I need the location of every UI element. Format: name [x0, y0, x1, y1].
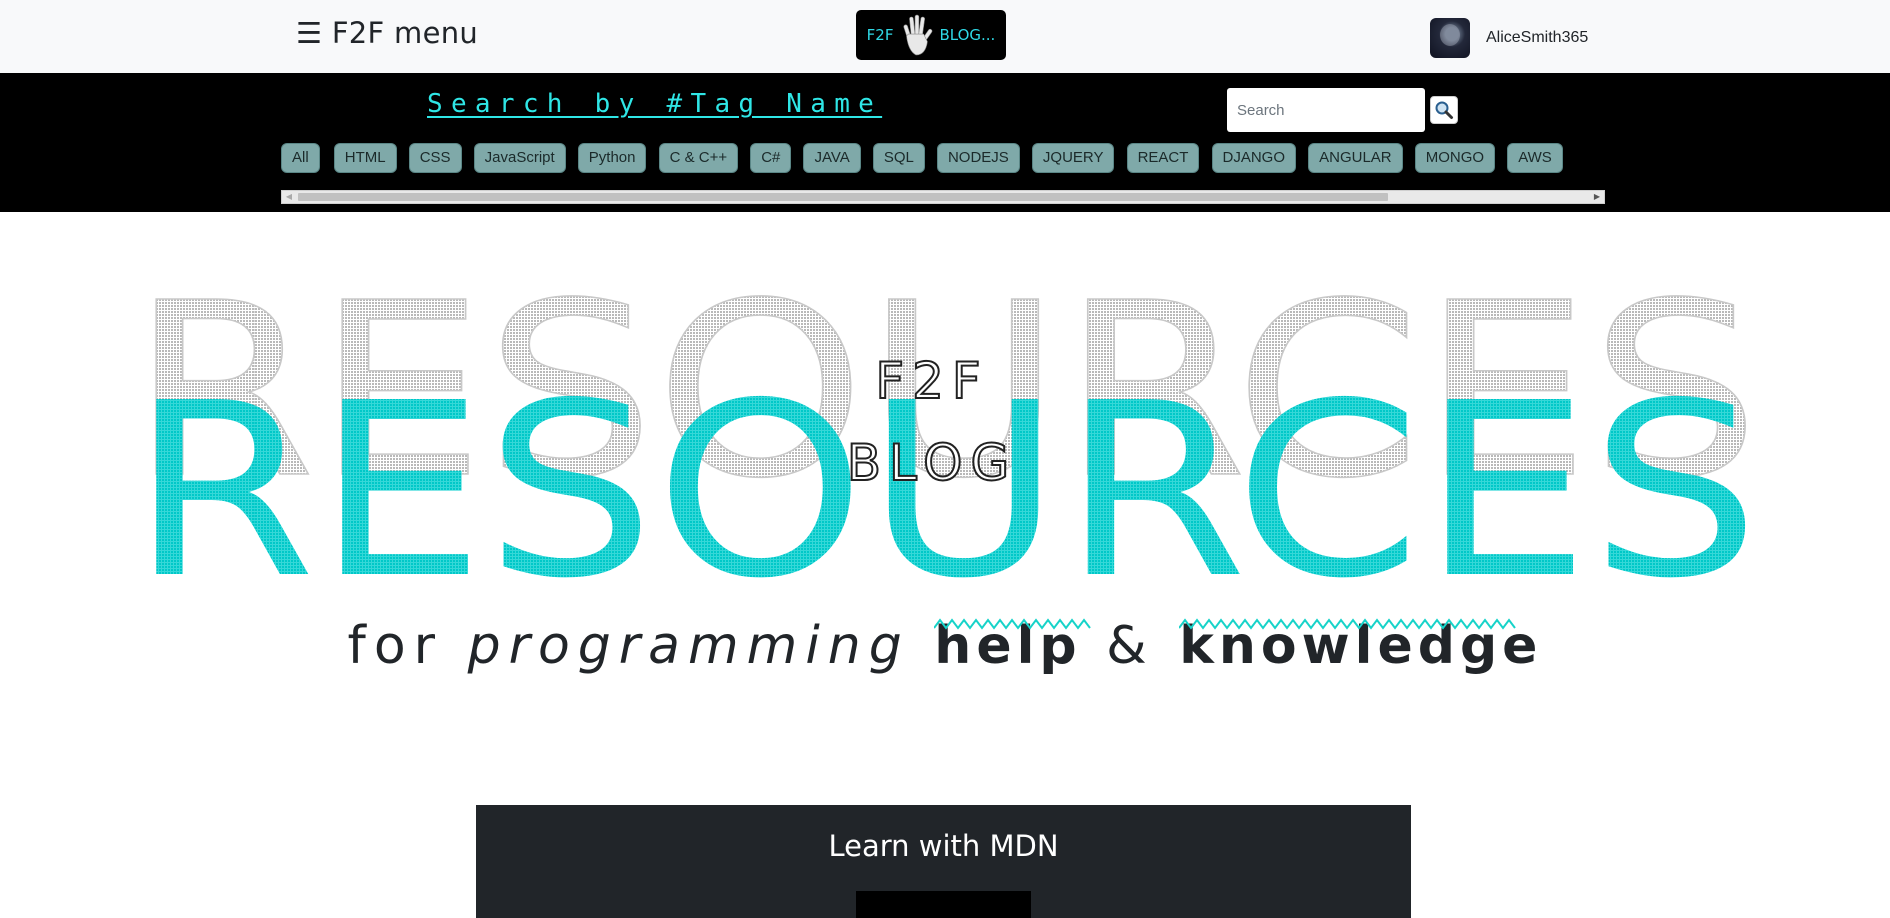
tag-button[interactable]: ANGULAR	[1308, 143, 1403, 173]
tag-button[interactable]: NODEJS	[936, 143, 1020, 173]
mdn-card-title: Learn with MDN	[828, 829, 1059, 863]
hero-section: RESOURCES RESOURCES F2F BLOG for program…	[0, 212, 1890, 802]
scroll-left-icon[interactable]: ◀	[282, 191, 296, 203]
tagline-plain: for	[347, 616, 444, 676]
tag-button[interactable]: HTML	[333, 143, 397, 173]
tagline-help: help	[934, 616, 1092, 676]
tag-button[interactable]: JAVA	[803, 143, 861, 173]
brand-logo[interactable]: F2F BLOG...	[856, 10, 1006, 60]
tagline-italic: programming	[467, 616, 910, 676]
tag-scrollbar[interactable]: ◀ ▶	[281, 190, 1605, 204]
mdn-card: Learn with MDN	[476, 805, 1411, 918]
squiggle-underline	[934, 618, 1092, 630]
top-navbar: ☰ F2F menu F2F BLOG... AliceSmith365	[0, 0, 1890, 73]
tagline-knowledge: knowledge	[1179, 616, 1542, 676]
user-profile[interactable]: AliceSmith365	[1430, 18, 1588, 58]
scrollbar-thumb[interactable]	[298, 193, 1388, 201]
hero-center-blog: BLOG	[847, 434, 1017, 492]
tag-button[interactable]: REACT	[1126, 143, 1200, 173]
hero-tagline: for programming help & knowledge	[0, 616, 1890, 676]
search-button[interactable]	[1430, 96, 1458, 124]
tag-button[interactable]: C#	[750, 143, 792, 173]
tag-button[interactable]: CSS	[408, 143, 462, 173]
tag-button[interactable]: AWS	[1507, 143, 1563, 173]
brand-left-text: F2F	[866, 26, 894, 44]
hand-icon	[903, 14, 933, 56]
scroll-right-icon[interactable]: ▶	[1590, 191, 1604, 203]
squiggle-underline	[1179, 618, 1517, 630]
tag-list: All HTML CSS JavaScript Python C & C++ C…	[281, 143, 1605, 177]
tag-button[interactable]: All	[281, 143, 320, 173]
tag-button[interactable]: SQL	[872, 143, 925, 173]
tag-button[interactable]: Python	[577, 143, 647, 173]
tag-button[interactable]: MONGO	[1414, 143, 1496, 173]
tag-search-bar: Search by #Tag Name All HTML CSS JavaScr…	[0, 73, 1890, 212]
mdn-logo-box[interactable]	[856, 891, 1031, 918]
tag-button[interactable]: DJANGO	[1211, 143, 1297, 173]
search-input[interactable]	[1227, 88, 1425, 132]
brand-right-text: BLOG...	[939, 26, 996, 44]
tag-button[interactable]: C & C++	[658, 143, 739, 173]
hero-graphic: RESOURCES RESOURCES F2F BLOG	[129, 250, 1761, 612]
search-icon	[1435, 101, 1453, 119]
tag-button[interactable]: JQUERY	[1031, 143, 1115, 173]
tagline-amp: &	[1106, 616, 1155, 676]
hero-center-f2f: F2F	[875, 352, 988, 410]
username-label[interactable]: AliceSmith365	[1486, 29, 1588, 47]
avatar[interactable]	[1430, 18, 1470, 58]
tag-button[interactable]: JavaScript	[473, 143, 566, 173]
tag-search-title[interactable]: Search by #Tag Name	[427, 89, 882, 119]
menu-toggle-button[interactable]: ☰ F2F menu	[296, 16, 478, 50]
